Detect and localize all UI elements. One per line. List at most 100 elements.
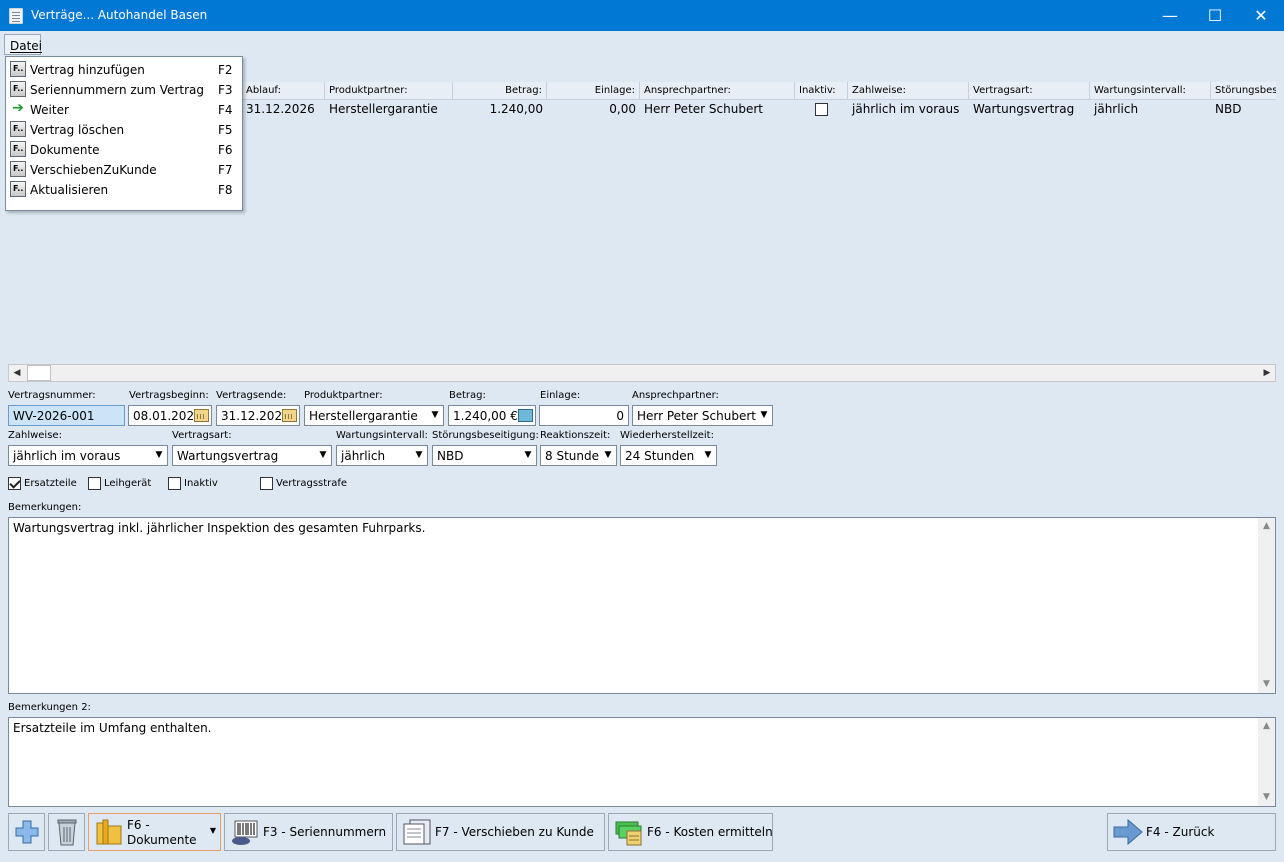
reaktionszeit-value: 8 Stunden bbox=[545, 449, 607, 463]
vertragsnummer-field[interactable]: WV-2026-001 bbox=[8, 405, 125, 426]
chevron-down-icon[interactable]: ▼ bbox=[210, 826, 216, 835]
scrollbar-thumb[interactable] bbox=[27, 365, 51, 381]
window-title: Verträge... Autohandel Basen bbox=[31, 8, 208, 22]
chevron-down-icon: ▼ bbox=[600, 446, 616, 465]
checkbox-vertragsstrafe[interactable]: Vertragsstrafe bbox=[260, 477, 360, 493]
zahlweise-select[interactable]: jährlich im voraus ▼ bbox=[8, 445, 168, 466]
col-einlage[interactable]: Einlage: bbox=[547, 82, 640, 100]
trash-button[interactable] bbox=[48, 813, 85, 851]
inaktiv-checkbox[interactable] bbox=[815, 103, 828, 116]
col-ablauf[interactable]: Ablauf: bbox=[242, 82, 325, 100]
scroll-down-icon[interactable]: ▼ bbox=[1258, 676, 1275, 693]
menu-item-shortcut: F6 bbox=[218, 143, 233, 157]
scroll-up-icon[interactable]: ▲ bbox=[1258, 518, 1275, 535]
minimize-button[interactable]: — bbox=[1147, 0, 1193, 31]
zurueck-button[interactable]: F4 - Zurück bbox=[1107, 813, 1276, 851]
inaktiv-checkbox[interactable] bbox=[168, 477, 181, 490]
col-zahlweise[interactable]: Zahlweise: bbox=[848, 82, 969, 100]
cell-vertragsart: Wartungsvertrag bbox=[973, 102, 1075, 116]
horizontal-scrollbar[interactable]: ◀ ▶ bbox=[8, 364, 1276, 382]
scroll-right-icon[interactable]: ▶ bbox=[1259, 365, 1275, 381]
minimize-icon: — bbox=[1162, 6, 1178, 25]
einlage-field[interactable]: 0 bbox=[539, 405, 629, 426]
vertragsbeginn-value: 08.01.2026 bbox=[133, 409, 202, 423]
vertragsbeginn-field[interactable]: 08.01.2026 bbox=[128, 405, 212, 426]
vertragsende-field[interactable]: 31.12.2026 bbox=[216, 405, 300, 426]
bemerkungen-2-textarea[interactable]: Ersatzteile im Umfang enthalten. ▲ ▼ bbox=[8, 717, 1276, 807]
calendar-icon[interactable] bbox=[194, 409, 209, 422]
bemerkungen-textarea[interactable]: Wartungsvertrag inkl. jährlicher Inspekt… bbox=[8, 517, 1276, 694]
wiederherstellzeit-select[interactable]: 24 Stunden ▼ bbox=[620, 445, 717, 466]
betrag-field[interactable]: 1.240,00 € bbox=[448, 405, 536, 426]
zahlweise-value: jährlich im voraus bbox=[13, 449, 121, 463]
col-betrag[interactable]: Betrag: bbox=[453, 82, 547, 100]
vertragsstrafe-checkbox[interactable] bbox=[260, 477, 273, 490]
menu-item-label: Vertrag hinzufügen bbox=[30, 63, 145, 77]
checkbox-leihgeraet[interactable]: Leihgerät bbox=[88, 477, 168, 493]
col-vertragsart[interactable]: Vertragsart: bbox=[969, 82, 1090, 100]
dokumente-label-2: Dokumente bbox=[127, 833, 197, 847]
cell-ablauf: 31.12.2026 bbox=[246, 102, 315, 116]
maximize-button[interactable]: ☐ bbox=[1192, 0, 1238, 31]
zurueck-label: F4 - Zurück bbox=[1146, 825, 1215, 839]
calendar-icon[interactable] bbox=[282, 409, 297, 422]
scroll-up-icon[interactable]: ▲ bbox=[1258, 718, 1275, 735]
close-button[interactable]: ✕ bbox=[1238, 0, 1284, 31]
menu-item-shortcut: F3 bbox=[218, 83, 233, 97]
form-icon: F.. bbox=[10, 181, 26, 197]
datei-dropdown: F.. Vertrag hinzufügen F2 F.. Seriennumm… bbox=[5, 56, 243, 211]
menu-item-vertrag-loeschen[interactable]: F.. Vertrag löschen F5 bbox=[6, 119, 242, 139]
chevron-down-icon: ▼ bbox=[756, 406, 772, 425]
calculator-icon[interactable] bbox=[518, 409, 533, 422]
form-icon: F.. bbox=[10, 81, 26, 97]
menu-item-label: Dokumente bbox=[30, 143, 100, 157]
cell-betrag: 1.240,00 bbox=[489, 102, 543, 116]
verschieben-button[interactable]: F7 - Verschieben zu Kunde bbox=[396, 813, 605, 851]
seriennummern-label: F3 - Seriennummern bbox=[263, 825, 387, 839]
produktpartner-value: Herstellergarantie bbox=[309, 409, 418, 423]
checkbox-inaktiv[interactable]: Inaktiv bbox=[168, 477, 248, 493]
col-inaktiv[interactable]: Inaktiv: bbox=[795, 82, 848, 100]
add-button[interactable] bbox=[8, 813, 45, 851]
verschieben-label: F7 - Verschieben zu Kunde bbox=[435, 825, 594, 839]
kosten-button[interactable]: F6 - Kosten ermitteln bbox=[608, 813, 773, 851]
inaktiv-label: Inaktiv bbox=[184, 478, 218, 489]
scroll-left-icon[interactable]: ◀ bbox=[9, 365, 25, 381]
stoerungsbeseitigung-select[interactable]: NBD ▼ bbox=[432, 445, 537, 466]
reaktionszeit-select[interactable]: 8 Stunden ▼ bbox=[540, 445, 617, 466]
trash-icon bbox=[57, 819, 77, 846]
ersatzteile-checkbox[interactable] bbox=[8, 477, 21, 490]
wartungsintervall-select[interactable]: jährlich ▼ bbox=[336, 445, 428, 466]
menu-item-vertrag-hinzufuegen[interactable]: F.. Vertrag hinzufügen F2 bbox=[6, 59, 242, 79]
vertical-scrollbar[interactable]: ▲ ▼ bbox=[1258, 718, 1275, 806]
plus-icon bbox=[15, 820, 39, 844]
col-wartungsintervall[interactable]: Wartungsintervall: bbox=[1090, 82, 1211, 100]
seriennummern-button[interactable]: F3 - Seriennummern bbox=[224, 813, 393, 851]
label-vertragsbeginn: Vertragsbeginn: bbox=[129, 390, 209, 401]
barcode-scanner-icon bbox=[232, 820, 258, 845]
menu-item-label: VerschiebenZuKunde bbox=[30, 163, 157, 177]
dokumente-button[interactable]: F6 - Dokumente ▼ bbox=[88, 813, 221, 851]
menu-item-seriennummern[interactable]: F.. Seriennummern zum Vertrag F3 bbox=[6, 79, 242, 99]
menu-item-weiter[interactable]: ➔ Weiter F4 bbox=[6, 99, 242, 119]
checkbox-ersatzteile[interactable]: Ersatzteile bbox=[8, 477, 88, 493]
label-produktpartner: Produktpartner: bbox=[304, 390, 383, 401]
scroll-down-icon[interactable]: ▼ bbox=[1258, 789, 1275, 806]
leihgeraet-checkbox[interactable] bbox=[88, 477, 101, 490]
vertical-scrollbar[interactable]: ▲ ▼ bbox=[1258, 518, 1275, 693]
menu-datei[interactable]: Datei bbox=[4, 34, 42, 55]
menu-item-label: Seriennummern zum Vertrag bbox=[30, 83, 204, 97]
menu-item-dokumente[interactable]: F.. Dokumente F6 bbox=[6, 139, 242, 159]
menu-item-aktualisieren[interactable]: F.. Aktualisieren F8 bbox=[6, 179, 242, 199]
col-stoerungsbeseitigung[interactable]: Störungsbes bbox=[1211, 82, 1276, 100]
ansprechpartner-select[interactable]: Herr Peter Schubert ▼ bbox=[632, 405, 773, 426]
col-ansprechpartner[interactable]: Ansprechpartner: bbox=[640, 82, 795, 100]
label-zahlweise: Zahlweise: bbox=[8, 430, 62, 441]
menu-item-verschieben[interactable]: F.. VerschiebenZuKunde F7 bbox=[6, 159, 242, 179]
menu-item-shortcut: F5 bbox=[218, 123, 233, 137]
menu-item-shortcut: F7 bbox=[218, 163, 233, 177]
chevron-down-icon: ▼ bbox=[427, 406, 443, 425]
produktpartner-select[interactable]: Herstellergarantie ▼ bbox=[304, 405, 444, 426]
col-produktpartner[interactable]: Produktpartner: bbox=[325, 82, 453, 100]
vertragsart-select[interactable]: Wartungsvertrag ▼ bbox=[172, 445, 332, 466]
